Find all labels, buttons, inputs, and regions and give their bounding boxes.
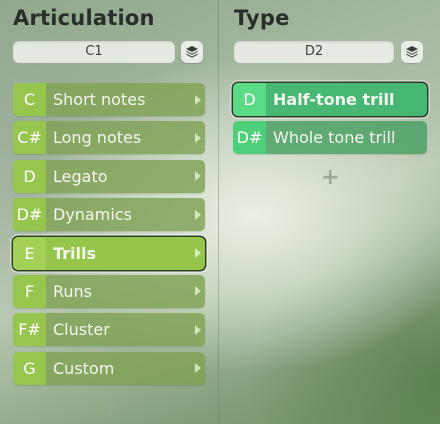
articulation-key-field[interactable]: C1 bbox=[13, 41, 175, 63]
chevron-right-icon bbox=[195, 286, 201, 297]
articulation-panel: Articulation C1 C Short notes C# Long no… bbox=[0, 0, 218, 424]
item-label: Half-tone trill bbox=[273, 90, 395, 109]
item-label: Short notes bbox=[53, 90, 146, 109]
key-label: G bbox=[13, 351, 46, 385]
articulation-list: C Short notes C# Long notes D Legato D# … bbox=[13, 83, 205, 390]
key-label: E bbox=[13, 236, 46, 270]
key-label: C# bbox=[13, 121, 46, 155]
layers-icon bbox=[406, 46, 418, 58]
articulation-item-cluster[interactable]: F# Cluster bbox=[13, 313, 205, 347]
articulation-item-trills[interactable]: E Trills bbox=[13, 236, 205, 270]
item-label: Runs bbox=[53, 281, 93, 301]
articulation-item-short-notes[interactable]: C Short notes bbox=[13, 83, 205, 116]
add-type-button[interactable]: + bbox=[321, 167, 339, 189]
articulation-item-long-notes[interactable]: C# Long notes bbox=[13, 121, 205, 155]
key-label: C bbox=[13, 83, 46, 116]
chevron-right-icon bbox=[195, 209, 201, 220]
chevron-right-icon bbox=[195, 363, 201, 374]
type-list: D Half-tone trill D# Whole tone trill bbox=[233, 83, 427, 160]
item-label: Legato bbox=[53, 166, 108, 186]
chevron-right-icon bbox=[195, 324, 201, 335]
item-label: Long notes bbox=[53, 128, 142, 148]
articulation-item-runs[interactable]: F Runs bbox=[13, 274, 205, 308]
chevron-right-icon bbox=[195, 248, 201, 259]
item-label: Cluster bbox=[53, 320, 110, 340]
key-label: D# bbox=[13, 198, 46, 232]
chevron-right-icon bbox=[195, 132, 201, 143]
articulation-title: Articulation bbox=[13, 6, 155, 30]
key-label: F bbox=[13, 274, 46, 308]
key-label: D bbox=[13, 159, 46, 193]
type-title: Type bbox=[234, 6, 290, 30]
key-label: F# bbox=[13, 313, 46, 347]
add-articulation-button[interactable]: + bbox=[101, 397, 119, 419]
item-label: Custom bbox=[53, 358, 115, 378]
type-item-whole-tone-trill[interactable]: D# Whole tone trill bbox=[233, 121, 427, 155]
chevron-right-icon bbox=[195, 171, 201, 182]
chevron-right-icon bbox=[195, 94, 201, 105]
type-panel: Type D2 D Half-tone trill D# Whole tone … bbox=[219, 0, 440, 424]
item-label: Whole tone trill bbox=[273, 128, 396, 148]
type-key-field[interactable]: D2 bbox=[234, 41, 394, 63]
type-item-half-tone-trill[interactable]: D Half-tone trill bbox=[233, 83, 427, 116]
item-label: Dynamics bbox=[53, 205, 132, 225]
key-label: D# bbox=[233, 121, 266, 155]
layers-icon bbox=[186, 46, 198, 58]
key-label: D bbox=[233, 83, 266, 116]
articulation-item-custom[interactable]: G Custom bbox=[13, 351, 205, 385]
item-label: Trills bbox=[53, 243, 97, 263]
articulation-item-dynamics[interactable]: D# Dynamics bbox=[13, 198, 205, 232]
type-layers-button[interactable] bbox=[401, 41, 423, 63]
articulation-item-legato[interactable]: D Legato bbox=[13, 159, 205, 193]
articulation-layers-button[interactable] bbox=[181, 41, 203, 63]
